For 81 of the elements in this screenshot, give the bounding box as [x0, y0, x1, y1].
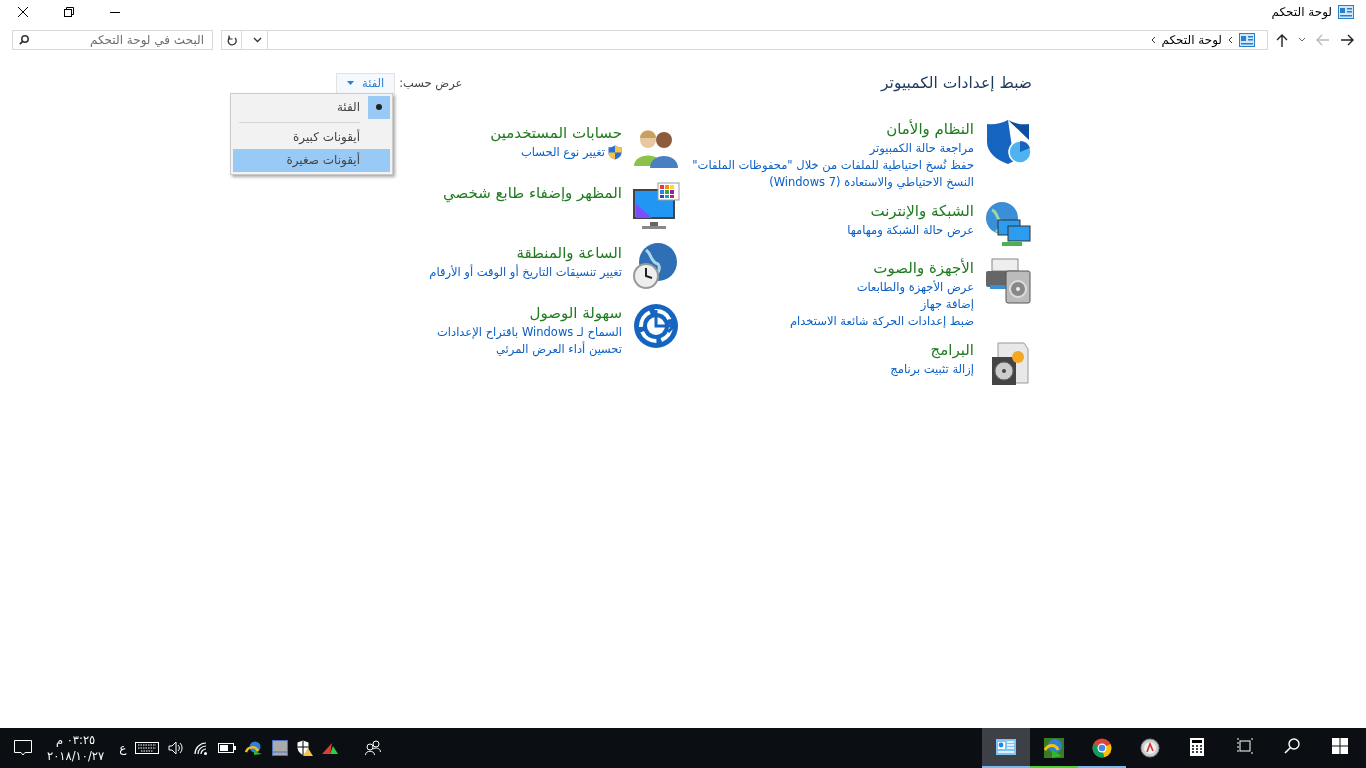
forward-icon	[1340, 34, 1354, 46]
page-heading: ضبط إعدادات الكمبيوتر	[881, 74, 1032, 92]
compass-app-icon	[1140, 738, 1160, 758]
people-icon	[365, 740, 382, 756]
notification-icon	[14, 740, 32, 756]
globe-clock-icon	[632, 242, 680, 290]
download-manager-icon	[1044, 738, 1064, 758]
view-option-item[interactable]: الفئة	[233, 95, 390, 119]
language-indicator[interactable]: ع	[119, 741, 127, 755]
view-by-dropdown[interactable]: الفئة	[336, 72, 396, 94]
category-title-link[interactable]: سهولة الوصول	[529, 302, 622, 324]
recent-dropdown-icon	[1298, 37, 1306, 43]
keyboard-tray-button[interactable]	[135, 742, 160, 754]
task-link[interactable]: عرض الأجهزة والطابعات	[856, 279, 974, 296]
arrow-icon	[322, 742, 339, 754]
task-link[interactable]: تغيير نوع الحساب	[520, 144, 605, 161]
up-button[interactable]	[1276, 33, 1288, 47]
category-title-link[interactable]: الساعة والمنطقة	[516, 242, 622, 264]
tablet-icon	[272, 740, 289, 756]
refresh-icon	[226, 34, 237, 46]
wifi-icon	[193, 741, 210, 755]
up-icon	[1276, 33, 1288, 47]
control-panel-icon	[996, 738, 1016, 758]
category-title-link[interactable]: الأجهزة والصوت	[873, 257, 974, 279]
view-option-item[interactable]: أيقونات كبيرة	[233, 125, 390, 149]
caret-icon	[347, 80, 354, 85]
caret-icon	[253, 37, 262, 43]
tablet-tray-button[interactable]	[272, 740, 289, 756]
task-link[interactable]: مراجعة حالة الكمبيوتر	[869, 140, 974, 157]
globe-monitors-icon	[984, 200, 1032, 248]
notification-tray-button[interactable]	[14, 740, 32, 756]
people-tray-button[interactable]	[365, 740, 382, 756]
category-title-link[interactable]: الشبكة والإنترنت	[870, 200, 974, 222]
back-icon	[1316, 34, 1330, 46]
category-title-link[interactable]: حسابات المستخدمين	[490, 122, 622, 144]
shield-chart-icon	[984, 118, 1032, 166]
task-link[interactable]: عرض حالة الشبكة ومهامها	[847, 222, 974, 239]
radio-bullet-icon	[376, 104, 382, 110]
keyboard-icon	[135, 742, 160, 754]
category-title-link[interactable]: المظهر وإضفاء طابع شخصي	[443, 182, 622, 204]
control-panel-icon	[1239, 33, 1255, 47]
wifi-tray-button[interactable]	[193, 741, 210, 755]
clock[interactable]: ٠٣:٢٥ م ٢٠١٨/١٠/٢٧	[41, 732, 111, 764]
task-link[interactable]: تحسين أداء العرض المرئي	[496, 341, 622, 358]
battery-icon	[218, 743, 237, 753]
search-field[interactable]: البحث في لوحة التحكم	[12, 30, 213, 50]
shield-warning-tray-button[interactable]	[297, 740, 314, 756]
recent-dropdown-button[interactable]	[1298, 37, 1306, 43]
restore-icon	[64, 7, 74, 17]
volume-tray-button[interactable]	[168, 741, 185, 755]
shield-warning-icon	[297, 740, 314, 756]
forward-button[interactable]	[1340, 34, 1354, 46]
printer-speaker-icon	[984, 257, 1032, 305]
task-link[interactable]: السماح لـ Windows باقتراح الإعدادات	[437, 324, 622, 341]
task-link[interactable]: حفظ نُسخ احتياطية للملفات من خلال "محفوظات الملفات"	[692, 157, 974, 174]
breadcrumb-item[interactable]: لوحة التحكم	[1161, 33, 1222, 47]
battery-tray-button[interactable]	[218, 743, 237, 753]
accessibility-icon	[632, 302, 680, 350]
monitor-palette-icon	[632, 182, 680, 230]
download-manager-tray-button[interactable]	[245, 741, 264, 755]
category-title-link[interactable]: النظام والأمان	[886, 118, 974, 140]
task-link[interactable]: تغيير تنسيقات التاريخ أو الوقت أو الأرقام	[429, 264, 622, 281]
download-manager-icon	[245, 741, 264, 755]
category-title-link[interactable]: البرامج	[930, 339, 974, 361]
chevron-icon	[1150, 36, 1156, 44]
close-icon	[18, 7, 28, 17]
chrome-icon	[1092, 738, 1112, 758]
control-panel-icon	[1338, 5, 1354, 19]
task-link[interactable]: إضافة جهاز	[920, 296, 974, 313]
task-link[interactable]: النسخ الاحتياطي والاستعادة (Windows 7)	[769, 174, 974, 191]
task-link[interactable]: ضبط إعدادات الحركة شائعة الاستخدام	[790, 313, 974, 330]
search-placeholder: البحث في لوحة التحكم	[90, 33, 204, 47]
control-panel-taskbar-button[interactable]	[982, 728, 1030, 768]
window-title: لوحة التحكم	[1271, 5, 1332, 19]
arrow-tray-button[interactable]	[322, 742, 339, 754]
chevron-icon	[1228, 36, 1233, 44]
view-by-label: عرض حسب:	[399, 76, 463, 90]
view-option-item[interactable]: أيقونات صغيرة	[233, 148, 390, 172]
volume-icon	[168, 741, 185, 755]
task-link[interactable]: إزالة تثبيت برنامج	[890, 361, 974, 378]
search-icon	[19, 35, 29, 45]
